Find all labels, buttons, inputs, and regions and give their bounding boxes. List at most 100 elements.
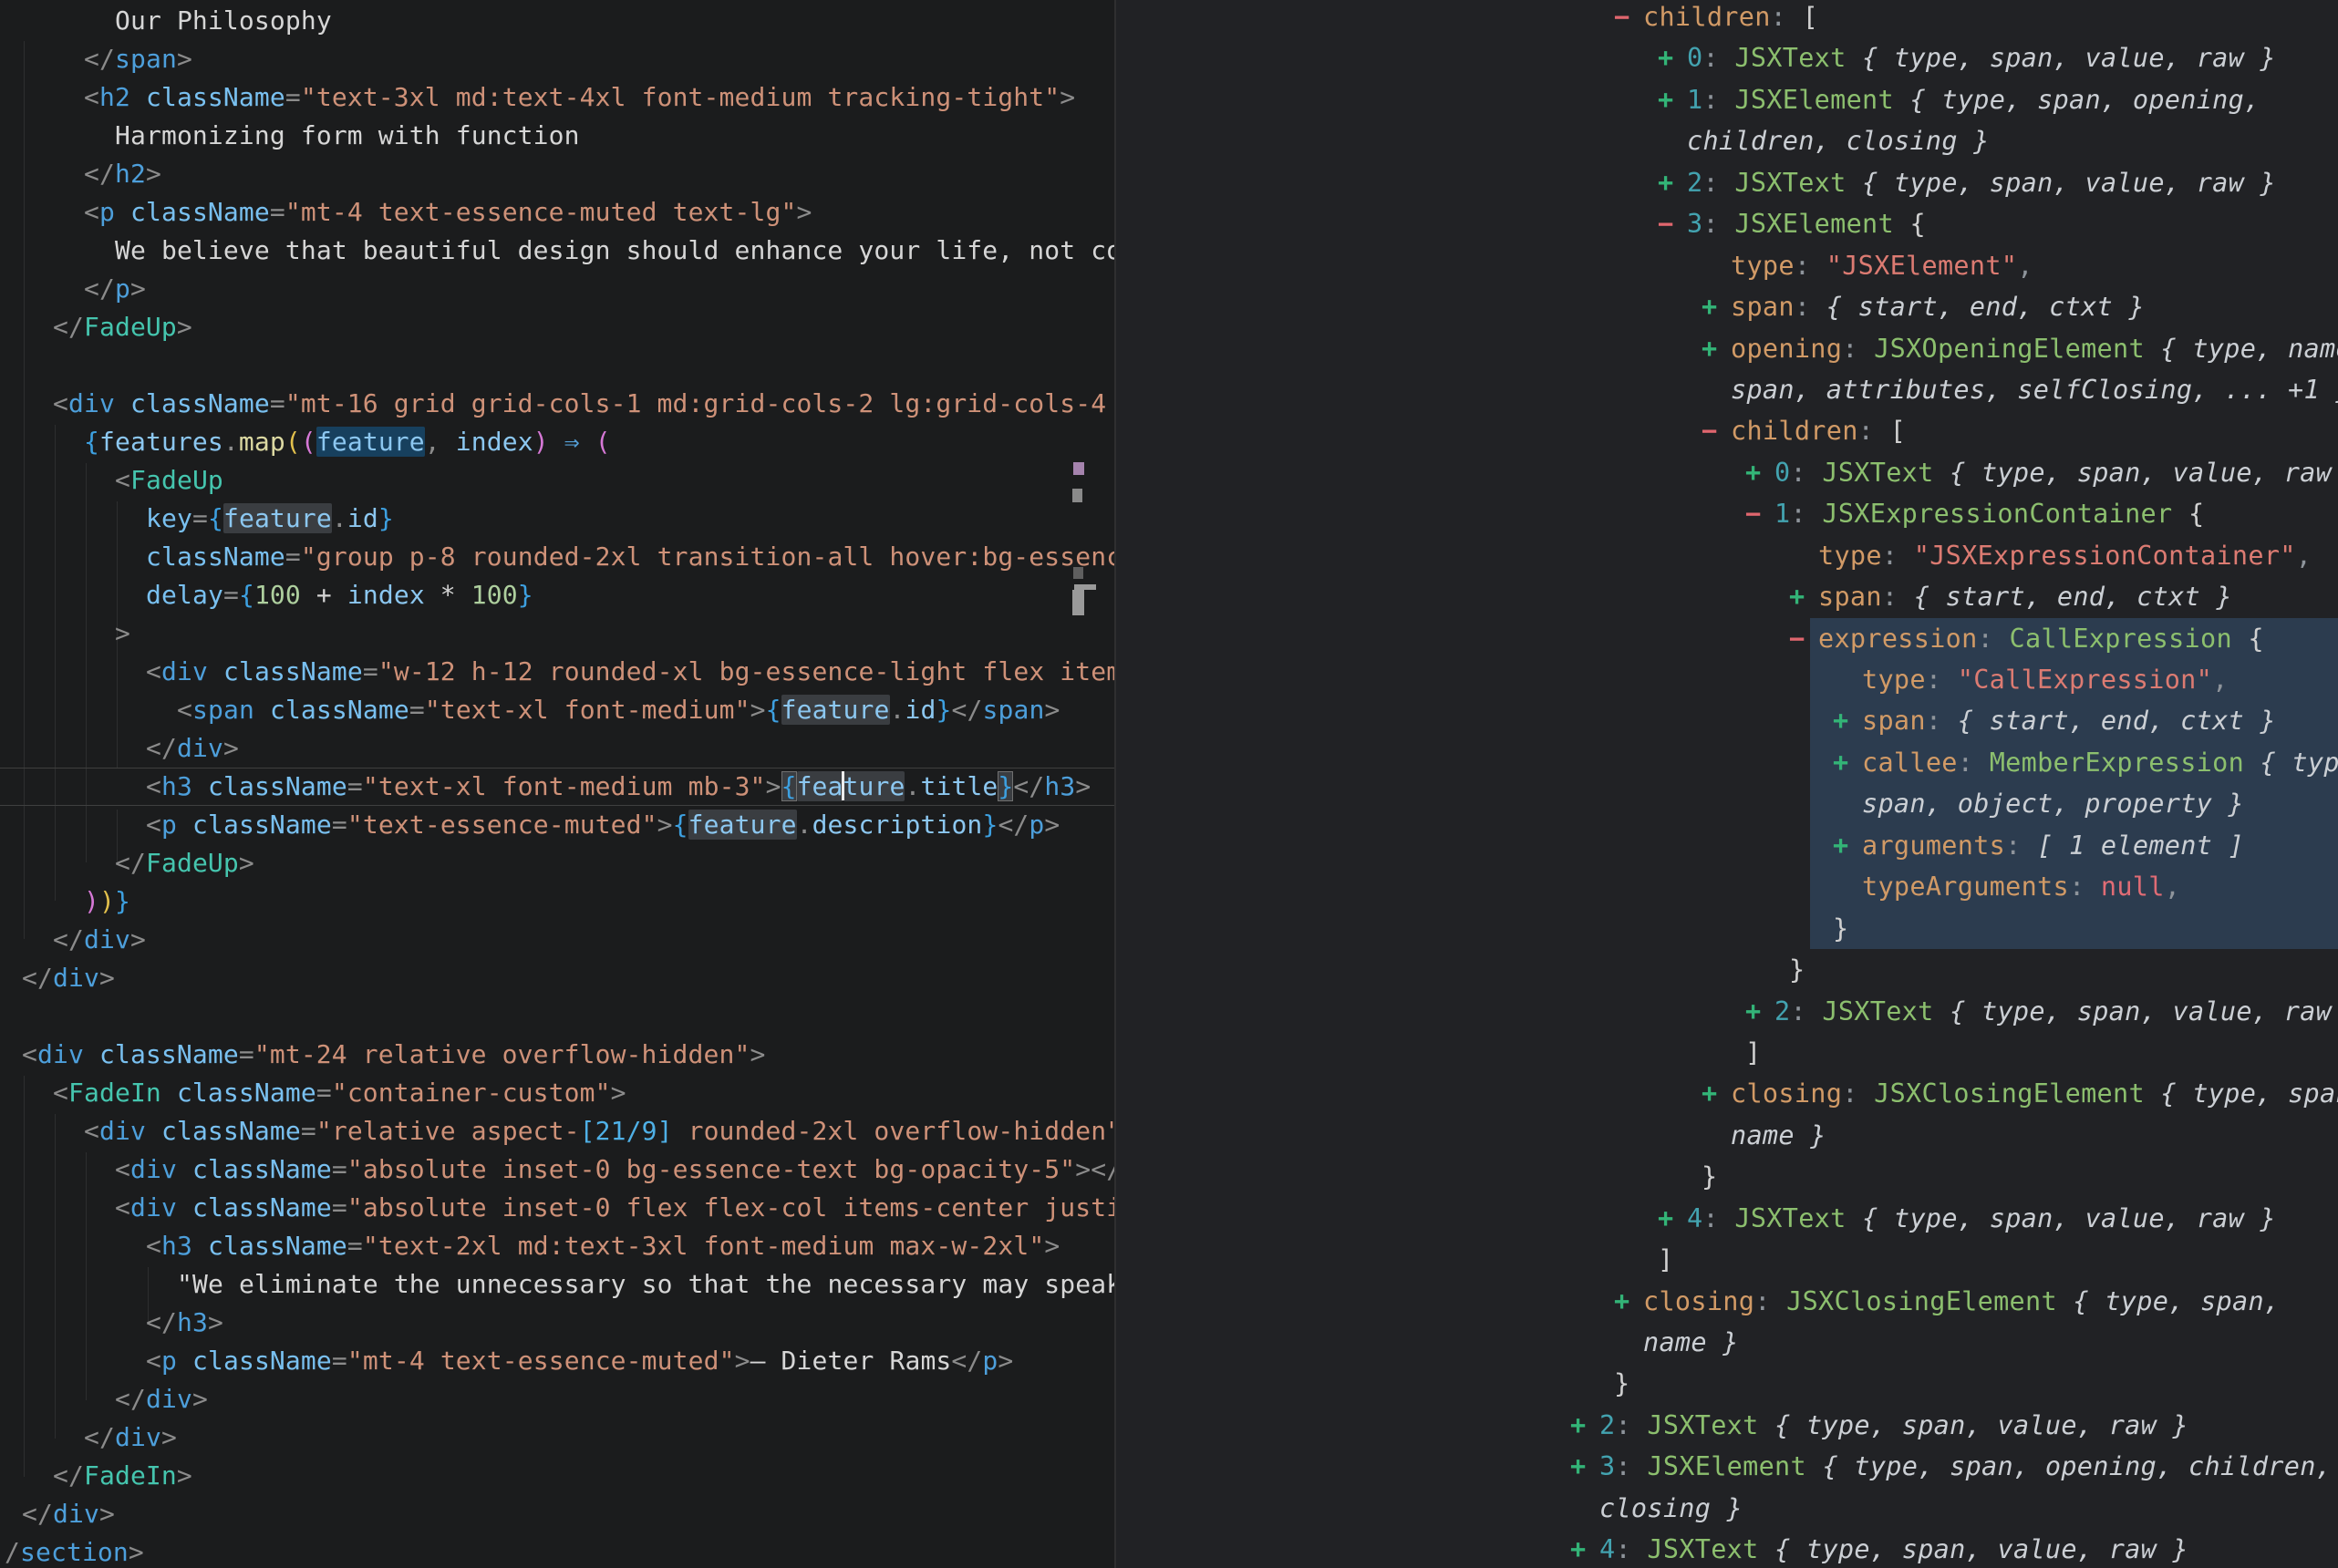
ast-row[interactable]: +2: JSXText { type, span, value, raw } — [1116, 1405, 2338, 1446]
code-line[interactable]: <div className="relative aspect-[21/9] r… — [0, 1112, 1114, 1150]
collapse-toggle-icon[interactable]: − — [1702, 410, 1731, 451]
ast-row-highlighted[interactable]: typeArguments: null, — [1116, 866, 2338, 907]
ast-row[interactable]: +span: { start, end, ctxt } — [1116, 286, 2338, 327]
expand-toggle-icon[interactable]: + — [1833, 825, 1862, 866]
code-line[interactable]: </FadeUp> — [0, 308, 1114, 346]
code-line[interactable]: </div> — [0, 1495, 1114, 1533]
ast-row[interactable]: +4: JSXText { type, span, value, raw } — [1116, 1198, 2338, 1239]
expand-toggle-icon[interactable]: + — [1702, 286, 1731, 327]
collapse-toggle-icon[interactable]: − — [1658, 203, 1687, 244]
ast-row[interactable]: } — [1116, 1363, 2338, 1404]
expand-toggle-icon[interactable]: + — [1658, 37, 1687, 78]
ast-row-highlighted[interactable]: +arguments: [ 1 element ] — [1116, 825, 2338, 866]
ast-row[interactable]: +0: JSXText { type, span, value, raw } — [1116, 37, 2338, 78]
code-line[interactable]: </h2> — [0, 155, 1114, 193]
ast-row-highlighted[interactable]: −expression: CallExpression { — [1116, 618, 2338, 659]
expand-toggle-icon[interactable]: + — [1614, 1281, 1643, 1322]
ast-row[interactable]: children, closing } — [1116, 120, 2338, 161]
expand-toggle-icon[interactable]: + — [1789, 576, 1818, 617]
expand-toggle-icon[interactable]: + — [1658, 1198, 1687, 1239]
ast-row[interactable]: +closing: JSXClosingElement { type, span… — [1116, 1281, 2338, 1322]
code-line[interactable]: <div className="mt-24 relative overflow-… — [0, 1036, 1114, 1074]
code-line[interactable]: /section> — [0, 1533, 1114, 1568]
code-line[interactable]: <FadeIn className="container-custom"> — [0, 1074, 1114, 1112]
code-line[interactable]: <div className="w-12 h-12 rounded-xl bg-… — [0, 653, 1114, 691]
expand-toggle-icon[interactable]: + — [1745, 452, 1774, 493]
ast-row[interactable]: +3: JSXElement { type, span, opening, ch… — [1116, 1446, 2338, 1487]
ast-row[interactable]: +2: JSXText { type, span, value, raw } — [1116, 162, 2338, 203]
ast-explorer-panel[interactable]: −children: [+0: JSXText { type, span, va… — [1116, 0, 2338, 1568]
ast-row[interactable]: +1: JSXElement { type, span, opening, — [1116, 79, 2338, 120]
code-line[interactable]: </div> — [0, 1418, 1114, 1457]
code-line[interactable]: <p className="text-essence-muted">{featu… — [0, 806, 1114, 844]
ast-row-highlighted[interactable]: } — [1116, 908, 2338, 949]
ast-row-highlighted[interactable]: span, object, property } — [1116, 783, 2338, 824]
expand-toggle-icon[interactable]: + — [1570, 1405, 1599, 1446]
ast-row[interactable]: −1: JSXExpressionContainer { — [1116, 493, 2338, 534]
expand-toggle-icon[interactable]: + — [1658, 79, 1687, 120]
code-line-current[interactable]: <h3 className="text-xl font-medium mb-3"… — [0, 768, 1114, 806]
ast-row[interactable]: ] — [1116, 1239, 2338, 1280]
code-line[interactable]: </span> — [0, 40, 1114, 78]
ast-row[interactable]: span, attributes, selfClosing, ... +1 } — [1116, 369, 2338, 410]
code-line[interactable]: </div> — [0, 959, 1114, 997]
expand-toggle-icon[interactable]: + — [1833, 700, 1862, 741]
code-line[interactable]: <div className="absolute inset-0 bg-esse… — [0, 1150, 1114, 1189]
collapse-toggle-icon[interactable]: − — [1614, 0, 1643, 37]
ast-row[interactable]: type: "JSXExpressionContainer", — [1116, 535, 2338, 576]
ast-row[interactable]: −children: [ — [1116, 410, 2338, 451]
code-line[interactable]: </div> — [0, 729, 1114, 768]
expand-toggle-icon[interactable]: + — [1702, 1073, 1731, 1114]
expand-toggle-icon[interactable]: + — [1833, 742, 1862, 783]
ast-row-highlighted[interactable]: +callee: MemberExpression { type, — [1116, 742, 2338, 783]
ast-row[interactable]: } — [1116, 949, 2338, 990]
ast-row-highlighted[interactable]: type: "CallExpression", — [1116, 659, 2338, 700]
expand-toggle-icon[interactable]: + — [1570, 1529, 1599, 1568]
code-line[interactable]: </p> — [0, 270, 1114, 308]
code-line[interactable]: </h3> — [0, 1304, 1114, 1342]
ast-row[interactable]: +0: JSXText { type, span, value, raw } — [1116, 452, 2338, 493]
expand-toggle-icon[interactable]: + — [1570, 1446, 1599, 1487]
code-line[interactable]: ))} — [0, 882, 1114, 921]
code-editor-panel[interactable]: Our Philosophy</span><h2 className="text… — [0, 0, 1114, 1568]
ast-row[interactable]: name } — [1116, 1322, 2338, 1363]
code-line[interactable]: <h2 className="text-3xl md:text-4xl font… — [0, 78, 1114, 117]
ast-row[interactable]: +opening: JSXOpeningElement { type, name… — [1116, 328, 2338, 369]
code-line[interactable]: </div> — [0, 1380, 1114, 1418]
code-line[interactable]: <span className="text-xl font-medium">{f… — [0, 691, 1114, 729]
code-line[interactable]: <div className="absolute inset-0 flex fl… — [0, 1189, 1114, 1227]
code-line[interactable]: We believe that beautiful design should … — [0, 232, 1114, 270]
ast-row[interactable]: +span: { start, end, ctxt } — [1116, 576, 2338, 617]
code-line[interactable]: <h3 className="text-2xl md:text-3xl font… — [0, 1227, 1114, 1265]
code-line[interactable]: Harmonizing form with function — [0, 117, 1114, 155]
ast-row[interactable]: ] — [1116, 1032, 2338, 1073]
collapse-toggle-icon[interactable]: − — [1789, 618, 1818, 659]
expand-toggle-icon[interactable]: + — [1658, 162, 1687, 203]
code-line[interactable]: <p className="mt-4 text-essence-muted">—… — [0, 1342, 1114, 1380]
code-line[interactable]: <FadeUp — [0, 461, 1114, 500]
code-line[interactable]: <p className="mt-4 text-essence-muted te… — [0, 193, 1114, 232]
code-line[interactable]: </div> — [0, 921, 1114, 959]
ast-row-highlighted[interactable]: +span: { start, end, ctxt } — [1116, 700, 2338, 741]
collapse-toggle-icon[interactable]: − — [1745, 493, 1774, 534]
ast-row[interactable]: −3: JSXElement { — [1116, 203, 2338, 244]
ast-row[interactable]: closing } — [1116, 1488, 2338, 1529]
ast-row[interactable]: +closing: JSXClosingElement { type, span… — [1116, 1073, 2338, 1114]
code-line[interactable]: Our Philosophy — [0, 2, 1114, 40]
ast-row[interactable]: +2: JSXText { type, span, value, raw } — [1116, 991, 2338, 1032]
ast-row[interactable]: type: "JSXElement", — [1116, 245, 2338, 286]
code-line[interactable]: className="group p-8 rounded-2xl transit… — [0, 538, 1114, 576]
expand-toggle-icon[interactable]: + — [1702, 328, 1731, 369]
expand-toggle-icon[interactable]: + — [1745, 991, 1774, 1032]
ast-row[interactable]: } — [1116, 1156, 2338, 1197]
code-line[interactable]: > — [0, 614, 1114, 653]
code-line[interactable]: </FadeUp> — [0, 844, 1114, 882]
code-line[interactable]: <div className="mt-16 grid grid-cols-1 m… — [0, 385, 1114, 423]
ast-row[interactable]: −children: [ — [1116, 0, 2338, 37]
code-line[interactable]: key={feature.id} — [0, 500, 1114, 538]
ast-row[interactable]: +4: JSXText { type, span, value, raw } — [1116, 1529, 2338, 1568]
code-line[interactable]: </FadeIn> — [0, 1457, 1114, 1495]
code-line[interactable]: "We eliminate the unnecessary so that th… — [0, 1265, 1114, 1304]
code-line[interactable]: {features.map((feature, index) ⇒ ( — [0, 423, 1114, 461]
code-line[interactable] — [0, 346, 1114, 385]
